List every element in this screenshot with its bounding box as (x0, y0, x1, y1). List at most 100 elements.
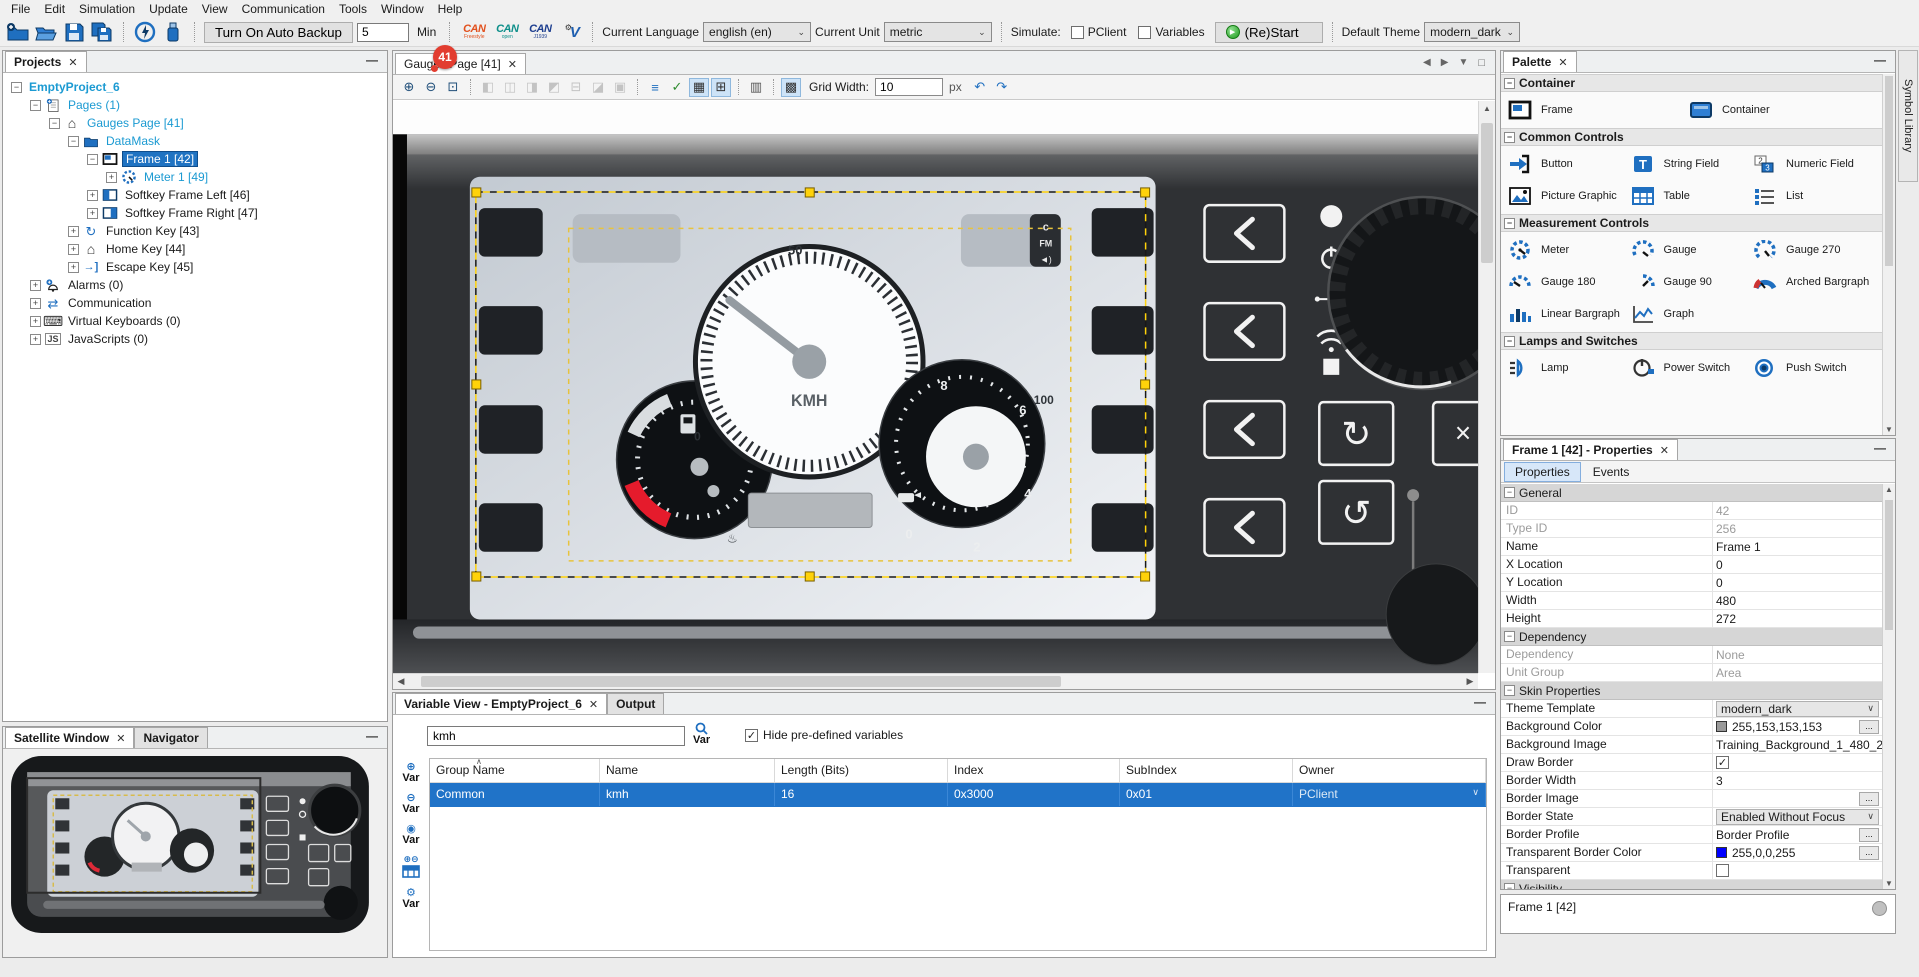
column-header-name[interactable]: Name (600, 759, 775, 782)
property-value[interactable]: 42 (1713, 502, 1882, 519)
palette-item-gauge-90[interactable]: Gauge 90 (1628, 266, 1751, 298)
tree-item-pages-1-[interactable]: −Pages (1) (3, 96, 387, 114)
tree-item-javascripts-0-[interactable]: +JSJavaScripts (0) (3, 330, 387, 348)
can-open-icon[interactable]: CANopen (492, 24, 522, 40)
palette-item-power-switch[interactable]: Power Switch (1628, 352, 1751, 384)
variable-settings-button[interactable]: ⚙Var (402, 888, 419, 910)
tab-scroll-right-icon[interactable]: ▶ (1441, 57, 1449, 68)
palette-item-graph[interactable]: Graph (1628, 298, 1751, 330)
new-project-button[interactable] (6, 21, 30, 43)
palette-section-lamps-and-switches[interactable]: −Lamps and Switches (1501, 332, 1882, 350)
snap-lines-icon[interactable]: ≡ (645, 78, 665, 97)
palette-section-common-controls[interactable]: −Common Controls (1501, 128, 1882, 146)
expand-icon[interactable]: + (68, 262, 79, 273)
palette-item-list[interactable]: List (1750, 180, 1873, 212)
chevron-down-icon[interactable]: ∨ (1472, 787, 1479, 798)
language-select[interactable]: english (en)⌄ (703, 22, 811, 42)
canvas-vertical-scrollbar[interactable]: ▲ (1478, 101, 1495, 673)
tree-item-communication[interactable]: +⇄Communication (3, 294, 387, 312)
collapse-icon[interactable]: − (11, 82, 22, 93)
show-grid-icon[interactable]: ▦ (689, 78, 709, 97)
tree-item-alarms-0-[interactable]: +Alarms (0) (3, 276, 387, 294)
checkbox-icon[interactable] (1071, 26, 1084, 39)
scrollbar-thumb[interactable] (1885, 500, 1893, 630)
vector-tool-icon[interactable]: ⚙V (559, 21, 583, 43)
minimize-icon[interactable]: — (1873, 55, 1887, 67)
align-bottom-icon[interactable]: ◪ (588, 78, 608, 97)
tree-item-function-key-43-[interactable]: +↻Function Key [43] (3, 222, 387, 240)
collapse-icon[interactable]: − (49, 118, 60, 129)
tab-frame-properties[interactable]: Frame 1 [42] - Properties✕ (1503, 439, 1678, 460)
property-value[interactable]: 255,153,153,153... (1713, 718, 1882, 735)
property-value[interactable]: Area (1713, 664, 1882, 681)
tree-item-softkey-frame-right-47-[interactable]: +Softkey Frame Right [47] (3, 204, 387, 222)
scroll-right-icon[interactable]: ▶ (1462, 676, 1478, 687)
hide-predefined-checkbox[interactable]: ✓ Hide pre-defined variables (745, 728, 903, 742)
minimize-icon[interactable]: — (365, 731, 379, 743)
tree-item-emptyproject-6[interactable]: −EmptyProject_6 (3, 78, 387, 96)
browse-button[interactable]: ... (1859, 828, 1879, 842)
checkbox-icon[interactable] (1138, 26, 1151, 39)
property-value[interactable]: ... (1713, 790, 1882, 807)
palette-item-numeric-field[interactable]: 23Numeric Field (1750, 148, 1873, 180)
collapse-icon[interactable]: − (1504, 336, 1515, 347)
column-header-group-name[interactable]: Group Name∧ (430, 759, 600, 782)
minimize-icon[interactable]: — (1873, 443, 1887, 455)
palette-item-gauge-270[interactable]: Gauge 270 (1750, 234, 1873, 266)
property-value[interactable] (1713, 862, 1882, 879)
browse-button[interactable]: ... (1859, 792, 1879, 806)
browse-button[interactable]: ... (1859, 846, 1879, 860)
backup-interval-input[interactable] (357, 23, 409, 42)
tree-item-virtual-keyboards-0-[interactable]: +⌨Virtual Keyboards (0) (3, 312, 387, 330)
tab-navigator[interactable]: Navigator (134, 727, 207, 748)
scroll-down-icon[interactable]: ▼ (1883, 425, 1895, 434)
tree-item-home-key-44-[interactable]: +⌂Home Key [44] (3, 240, 387, 258)
subtab-properties[interactable]: Properties (1504, 462, 1581, 482)
expand-icon[interactable]: + (87, 208, 98, 219)
menu-window[interactable]: Window (374, 1, 431, 17)
measure-icon[interactable]: ▥ (746, 78, 766, 97)
menu-update[interactable]: Update (142, 1, 195, 17)
minimize-icon[interactable]: — (1473, 697, 1487, 709)
simulate-variables-checkbox[interactable]: Variables (1138, 25, 1204, 39)
remove-variable-button[interactable]: ⊖Var (402, 793, 419, 815)
tab-output[interactable]: Output (607, 693, 664, 714)
column-header-length-bits-[interactable]: Length (Bits) (775, 759, 948, 782)
column-header-owner[interactable]: Owner (1293, 759, 1486, 782)
palette-section-measurement-controls[interactable]: −Measurement Controls (1501, 214, 1882, 232)
align-top-icon[interactable]: ◩ (544, 78, 564, 97)
table-cell[interactable]: PClient∨ (1293, 783, 1486, 806)
align-left-icon[interactable]: ◧ (478, 78, 498, 97)
expand-icon[interactable]: + (30, 316, 41, 327)
tree-item-datamask[interactable]: −DataMask (3, 132, 387, 150)
maximize-icon[interactable]: □ (1478, 57, 1485, 69)
zoom-fit-icon[interactable]: ⊡ (443, 78, 463, 97)
palette-item-picture-graphic[interactable]: Picture Graphic (1505, 180, 1628, 212)
collapse-icon[interactable]: − (1504, 132, 1515, 143)
grid-width-input[interactable] (875, 78, 943, 96)
checkbox-icon[interactable]: ✓ (1716, 756, 1729, 769)
align-right-icon[interactable]: ◨ (522, 78, 542, 97)
tab-satellite-window[interactable]: Satellite Window✕ (5, 727, 134, 748)
zoom-in-icon[interactable]: ⊕ (399, 78, 419, 97)
property-section-general[interactable]: −General (1501, 484, 1882, 502)
tree-item-softkey-frame-left-46-[interactable]: +Softkey Frame Left [46] (3, 186, 387, 204)
collapse-icon[interactable]: − (87, 154, 98, 165)
collapse-icon[interactable]: − (30, 100, 41, 111)
tab-palette[interactable]: Palette✕ (1503, 51, 1577, 72)
palette-item-container[interactable]: Container (1686, 94, 1867, 126)
tree-item-gauges-page-41-[interactable]: −⌂Gauges Page [41] (3, 114, 387, 132)
palette-item-table[interactable]: Table (1628, 180, 1751, 212)
simulate-pclient-checkbox[interactable]: PClient (1071, 25, 1127, 39)
property-value[interactable]: Frame 1 (1713, 538, 1882, 555)
subtab-events[interactable]: Events (1583, 463, 1640, 481)
collapse-icon[interactable]: − (68, 136, 79, 147)
menu-view[interactable]: View (195, 1, 235, 17)
undo-icon[interactable]: ↶ (970, 78, 990, 97)
properties-scrollbar[interactable]: ▲ ▼ (1882, 484, 1895, 889)
default-theme-select[interactable]: modern_dark⌄ (1424, 22, 1520, 42)
expand-icon[interactable]: + (68, 244, 79, 255)
menu-file[interactable]: File (4, 1, 37, 17)
palette-item-gauge-180[interactable]: Gauge 180 (1505, 266, 1628, 298)
close-icon[interactable]: ✕ (1558, 56, 1567, 69)
